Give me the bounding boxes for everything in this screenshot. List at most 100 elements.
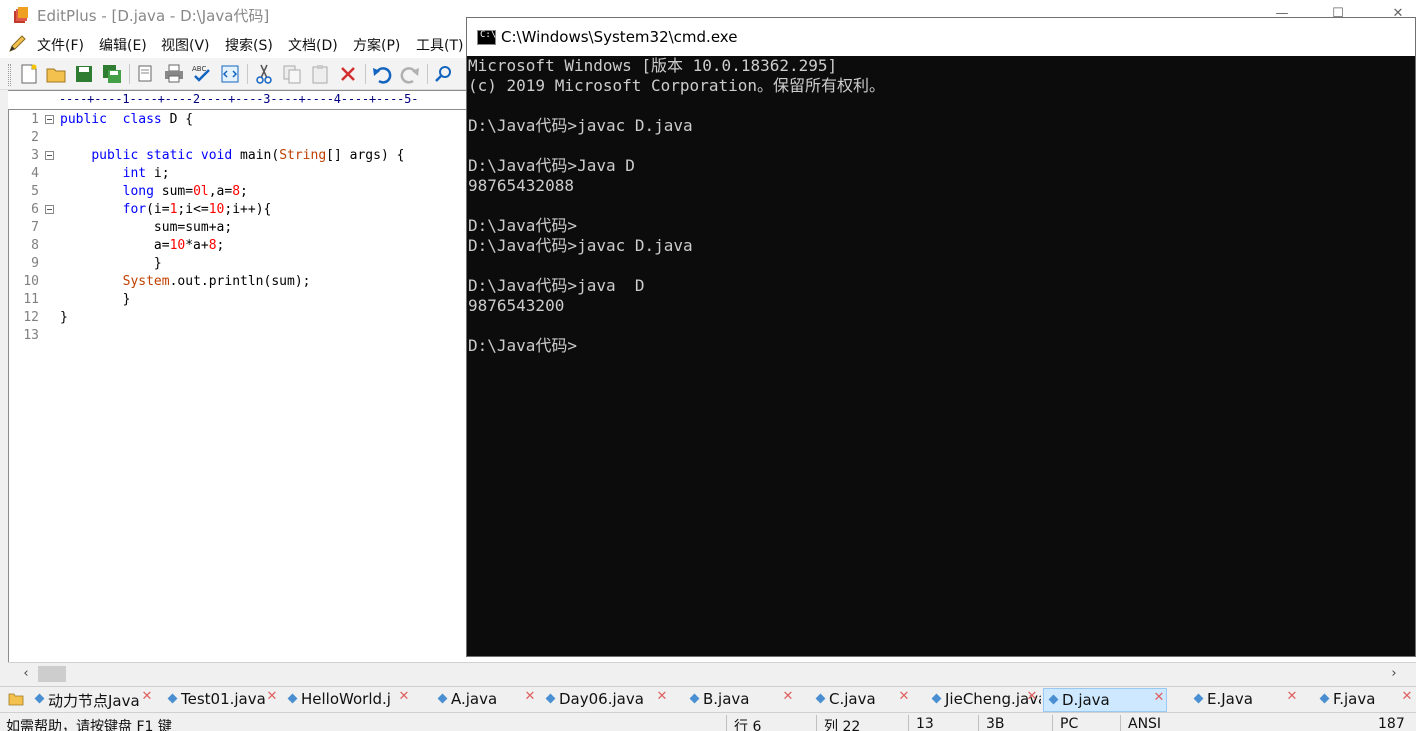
- code-token: System: [122, 274, 170, 289]
- code-line[interactable]: 7 sum=sum+a;: [9, 219, 469, 237]
- menu-search[interactable]: 搜索(S): [225, 35, 273, 55]
- code-line[interactable]: 1 public class D {: [9, 111, 469, 129]
- code-text: for(i=1;i<=10;i++){: [60, 201, 272, 219]
- code-token: ;: [216, 238, 225, 253]
- menu-edit[interactable]: 编辑(E): [99, 35, 147, 55]
- redo-icon[interactable]: [398, 62, 422, 86]
- code-token: D {: [161, 112, 194, 127]
- document-tab[interactable]: A.java ✕: [433, 688, 539, 712]
- code-text: System.out.println(sum);: [60, 273, 311, 291]
- fold-toggle-icon[interactable]: [45, 115, 54, 124]
- code-line[interactable]: 8 a=10*a+8;: [9, 237, 469, 255]
- tab-close-icon[interactable]: ✕: [140, 690, 154, 704]
- tab-close-icon[interactable]: ✕: [1285, 690, 1299, 704]
- code-line[interactable]: 5 long sum=0l,a=8;: [9, 183, 469, 201]
- tab-label: 动力节点Java: [48, 692, 140, 710]
- file-diamond-icon: [34, 693, 45, 704]
- code-line[interactable]: 10 System.out.println(sum);: [9, 273, 469, 291]
- tab-close-icon[interactable]: ✕: [265, 690, 279, 704]
- scroll-left-icon[interactable]: ‹: [16, 664, 36, 684]
- status-line-count: 13: [916, 716, 934, 731]
- tab-close-icon[interactable]: ✕: [1025, 690, 1039, 704]
- delete-icon[interactable]: [336, 62, 360, 86]
- fold-toggle-icon[interactable]: [45, 205, 54, 214]
- tab-close-icon[interactable]: ✕: [897, 690, 911, 704]
- toolbar-grip[interactable]: [8, 64, 11, 86]
- console-line: Microsoft Windows [版本 10.0.18362.295]: [468, 56, 838, 75]
- editplus-app-icon: [14, 7, 28, 23]
- html-preview-icon[interactable]: [218, 62, 242, 86]
- scrollbar-thumb[interactable]: [38, 666, 66, 682]
- file-diamond-icon: [931, 693, 942, 704]
- line-number: 1: [31, 112, 39, 127]
- code-token: sum=sum+a;: [60, 220, 233, 235]
- code-line[interactable]: 6 for(i=1;i<=10;i++){: [9, 201, 469, 219]
- folder-icon[interactable]: [8, 691, 24, 707]
- find-icon[interactable]: [432, 62, 456, 86]
- menu-document[interactable]: 文档(D): [288, 35, 338, 55]
- status-encoding[interactable]: ANSI: [1128, 716, 1161, 731]
- code-token: public: [60, 112, 107, 127]
- code-token: class: [122, 112, 162, 127]
- tab-label: Test01.java: [181, 690, 266, 708]
- document-tab[interactable]: D.java ✕: [1043, 688, 1167, 712]
- tab-close-icon[interactable]: ✕: [397, 690, 411, 704]
- tab-label: F.java: [1333, 690, 1376, 708]
- new-file-icon[interactable]: [17, 62, 41, 86]
- copy-icon[interactable]: [280, 62, 304, 86]
- menu-project[interactable]: 方案(P): [353, 35, 400, 55]
- tab-label: B.java: [703, 690, 750, 708]
- menu-file[interactable]: 文件(F): [37, 35, 84, 55]
- document-tab[interactable]: 动力节点Java ✕: [30, 688, 156, 712]
- code-line[interactable]: 13: [9, 327, 469, 345]
- undo-icon[interactable]: [370, 62, 394, 86]
- cut-icon[interactable]: [252, 62, 276, 86]
- document-tab[interactable]: Test01.java ✕: [163, 688, 281, 712]
- file-diamond-icon: [1193, 693, 1204, 704]
- status-line-ending[interactable]: PC: [1060, 716, 1078, 731]
- file-diamond-icon: [167, 693, 178, 704]
- menu-view[interactable]: 视图(V): [161, 35, 210, 55]
- document-tab[interactable]: E.Java ✕: [1189, 688, 1301, 712]
- print-preview-icon[interactable]: [134, 62, 158, 86]
- code-line[interactable]: 9 }: [9, 255, 469, 273]
- tab-close-icon[interactable]: ✕: [655, 690, 669, 704]
- document-tab[interactable]: HelloWorld.j ✕: [283, 688, 413, 712]
- tab-label: HelloWorld.j: [301, 690, 391, 708]
- tab-close-icon[interactable]: ✕: [1400, 690, 1414, 704]
- status-column: 列 22: [824, 719, 861, 731]
- scroll-right-icon[interactable]: ›: [1384, 664, 1404, 684]
- fold-toggle-icon[interactable]: [45, 151, 54, 160]
- console-line: D:\Java代码>: [468, 336, 578, 355]
- document-tab[interactable]: C.java ✕: [811, 688, 913, 712]
- code-line[interactable]: 12}: [9, 309, 469, 327]
- file-diamond-icon: [545, 693, 556, 704]
- menu-tools[interactable]: 工具(T): [416, 35, 463, 55]
- status-extra: 187: [1378, 716, 1405, 731]
- tab-close-icon[interactable]: ✕: [1152, 691, 1166, 705]
- code-line[interactable]: 3 public static void main(String[] args)…: [9, 147, 469, 165]
- tab-close-icon[interactable]: ✕: [523, 690, 537, 704]
- horizontal-scrollbar[interactable]: ‹ ›: [8, 662, 1416, 684]
- print-icon[interactable]: [162, 62, 186, 86]
- tab-label: Day06.java: [559, 690, 644, 708]
- cmd-title: C:\Windows\System32\cmd.exe: [501, 28, 738, 46]
- save-all-icon[interactable]: [100, 62, 124, 86]
- console-output[interactable]: Microsoft Windows [版本 10.0.18362.295] (c)…: [467, 56, 1415, 656]
- cmd-titlebar[interactable]: C:\ C:\Windows\System32\cmd.exe: [467, 18, 1415, 56]
- document-tab[interactable]: JieCheng.java ✕: [927, 688, 1041, 712]
- code-line[interactable]: 4 int i;: [9, 165, 469, 183]
- spell-check-icon[interactable]: ABC: [190, 62, 214, 86]
- save-icon[interactable]: [72, 62, 96, 86]
- code-line[interactable]: 2: [9, 129, 469, 147]
- code-line[interactable]: 11 }: [9, 291, 469, 309]
- paste-icon[interactable]: [308, 62, 332, 86]
- document-tab[interactable]: Day06.java ✕: [541, 688, 671, 712]
- document-tab[interactable]: B.java ✕: [685, 688, 797, 712]
- cmd-window[interactable]: C:\ C:\Windows\System32\cmd.exe Microsof…: [466, 17, 1416, 657]
- tab-close-icon[interactable]: ✕: [781, 690, 795, 704]
- document-tab[interactable]: F.java ✕: [1315, 688, 1416, 712]
- open-file-icon[interactable]: [44, 62, 68, 86]
